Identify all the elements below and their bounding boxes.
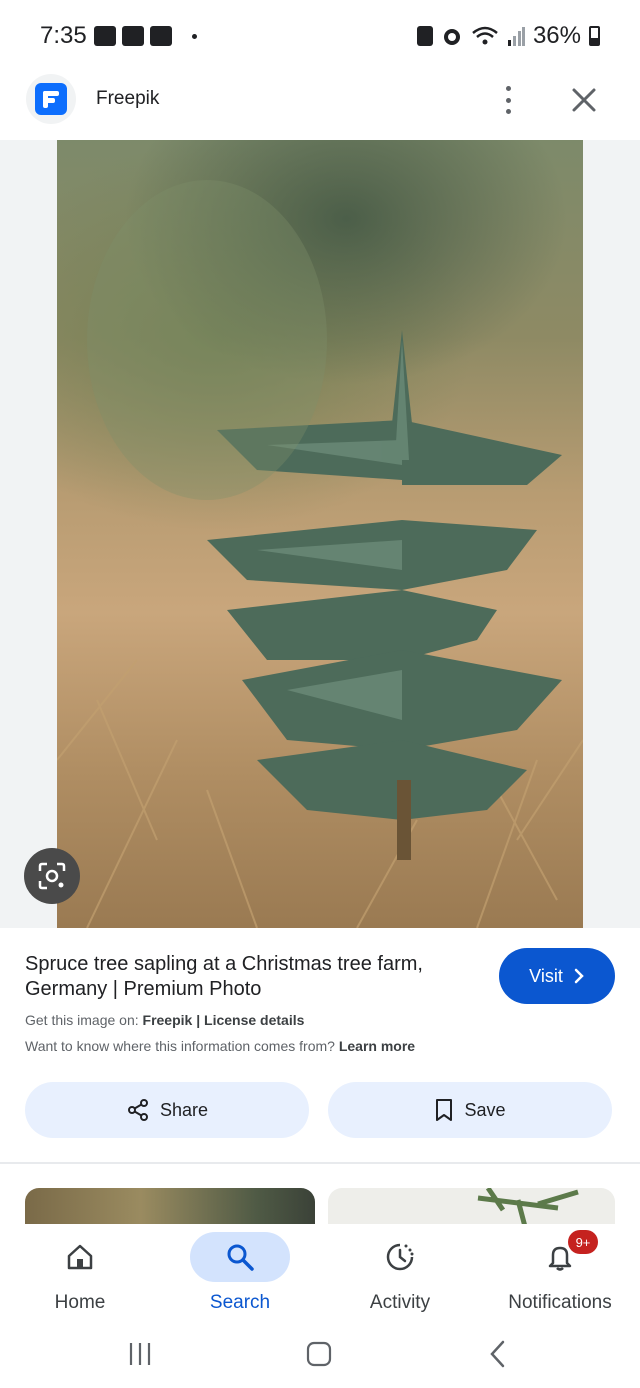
save-label: Save: [464, 1099, 506, 1120]
source-header: Freepik: [0, 72, 640, 138]
youtube-icon: [122, 26, 144, 46]
back-icon: [490, 1340, 505, 1368]
related-thumbnail-image: [477, 1186, 579, 1224]
nav-activity-label: Activity: [369, 1292, 431, 1313]
image-info: Spruce tree sapling at a Christmas tree …: [0, 928, 640, 1164]
share-label: Share: [159, 1099, 209, 1120]
battery-saver-icon: [416, 26, 433, 46]
wifi-icon: [472, 26, 498, 45]
related-thumbnail[interactable]: [328, 1186, 615, 1224]
source-site-link[interactable]: Freepik: [143, 1012, 193, 1028]
save-button[interactable]: Save: [328, 1082, 612, 1138]
bookmark-icon: [436, 1099, 453, 1121]
share-icon: [127, 1099, 148, 1121]
visit-label: Visit: [529, 965, 563, 986]
source-separator: |: [196, 1012, 201, 1028]
nav-home[interactable]: Home: [0, 1232, 160, 1322]
back-button[interactable]: [478, 1336, 518, 1372]
signal-icon: [507, 27, 525, 46]
battery-icon: [589, 26, 600, 46]
gallery-icon: [94, 26, 116, 46]
activity-icon: [386, 1243, 414, 1271]
share-button[interactable]: Share: [25, 1082, 309, 1138]
related-images: [0, 1164, 640, 1224]
bottom-nav: Home Search Activity 9+ Notifications: [0, 1224, 640, 1324]
recent-apps-icon: [129, 1343, 151, 1365]
license-details-link[interactable]: License details: [204, 1012, 304, 1028]
alarm-icon: [443, 29, 460, 45]
status-right-icons: 36%: [416, 22, 600, 50]
info-line: Want to know where this information come…: [25, 1038, 415, 1054]
status-left-icons: [94, 26, 197, 46]
nav-search[interactable]: Search: [160, 1232, 320, 1322]
google-lens-button[interactable]: [24, 848, 80, 904]
home-system-button[interactable]: [299, 1336, 339, 1372]
notification-badge: 9+: [568, 1230, 598, 1254]
nav-search-label: Search: [209, 1292, 271, 1313]
system-nav-bar: [0, 1324, 640, 1388]
visit-button[interactable]: Visit: [499, 948, 615, 1004]
info-question: Want to know where this information come…: [25, 1038, 335, 1054]
lens-icon: [38, 862, 66, 890]
recent-apps-button[interactable]: [120, 1336, 160, 1372]
close-icon[interactable]: [568, 84, 600, 116]
nav-notifications-label: Notifications: [508, 1292, 612, 1313]
battery-percent: 36%: [532, 22, 581, 49]
nav-activity[interactable]: Activity: [320, 1232, 480, 1322]
dot-icon: [192, 33, 197, 39]
nav-notifications[interactable]: 9+ Notifications: [480, 1230, 640, 1322]
more-options-icon[interactable]: [498, 86, 518, 114]
image-title[interactable]: Spruce tree sapling at a Christmas tree …: [25, 952, 465, 1002]
photo-illustration: [57, 180, 583, 928]
source-prefix: Get this image on:: [25, 1012, 139, 1028]
status-bar: 7:35 36%: [0, 0, 640, 72]
image-preview-area: [0, 140, 640, 928]
search-icon: [227, 1244, 254, 1271]
nav-home-label: Home: [54, 1292, 106, 1313]
home-square-icon: [306, 1341, 332, 1367]
freepik-logo-icon[interactable]: [26, 74, 76, 124]
status-time: 7:35: [40, 22, 87, 49]
site-name[interactable]: Freepik: [96, 88, 159, 110]
news-icon: [150, 26, 172, 46]
related-thumbnail[interactable]: [25, 1188, 315, 1224]
learn-more-link[interactable]: Learn more: [339, 1038, 415, 1054]
source-line: Get this image on: Freepik | License det…: [25, 1012, 304, 1028]
spruce-sapling-photo[interactable]: [57, 140, 583, 928]
home-icon: [67, 1244, 93, 1270]
chevron-right-icon: [574, 968, 584, 984]
